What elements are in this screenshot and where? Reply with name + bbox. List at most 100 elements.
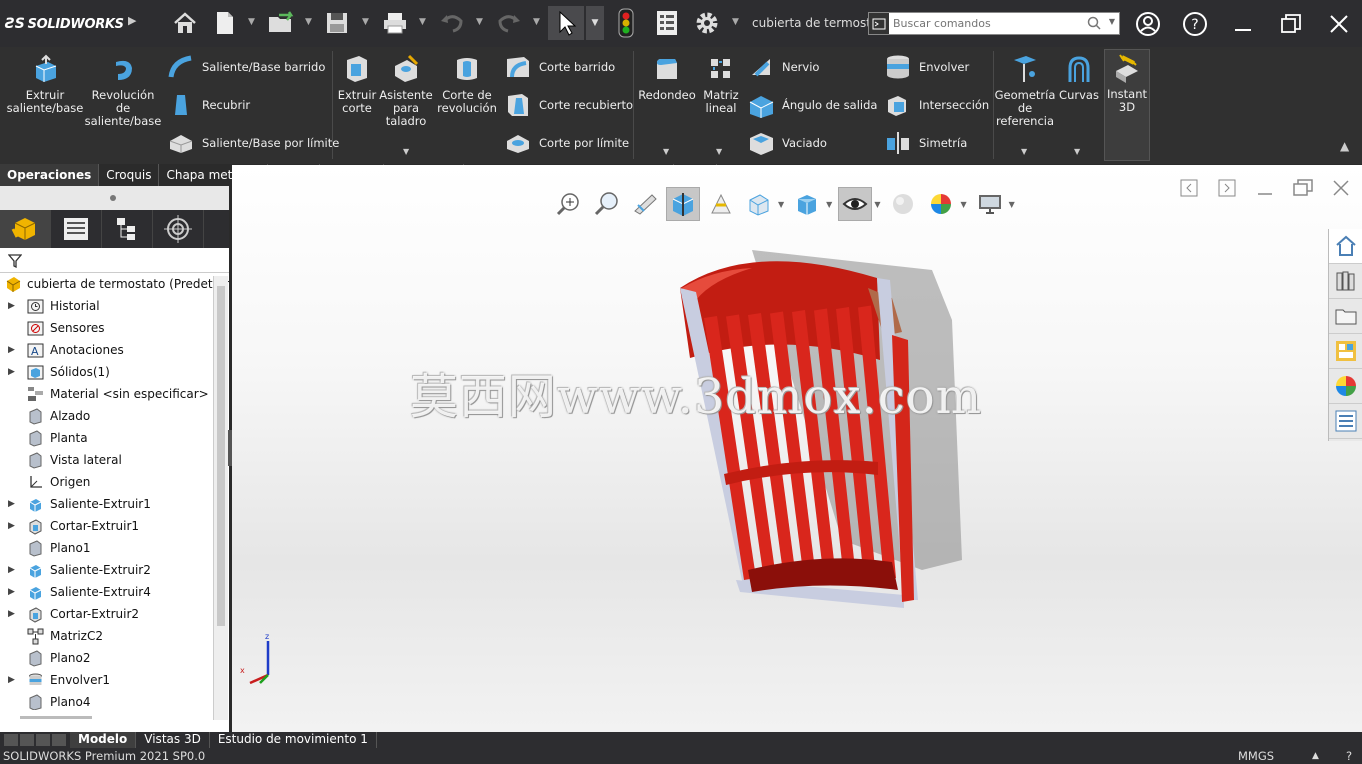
zoom-to-fit-icon[interactable] bbox=[552, 187, 586, 221]
tab-next-icon[interactable] bbox=[36, 734, 50, 746]
new-dropdown-icon[interactable]: ▼ bbox=[248, 17, 255, 27]
undo-icon[interactable] bbox=[437, 6, 467, 40]
select-icon[interactable] bbox=[548, 6, 584, 40]
apply-scene-icon[interactable] bbox=[924, 187, 958, 221]
fillet-dropdown-icon[interactable]: ▼ bbox=[663, 147, 669, 156]
tab-1[interactable]: Croquis bbox=[99, 164, 160, 186]
display-style-icon[interactable] bbox=[790, 187, 824, 221]
hide-show-items-icon[interactable] bbox=[838, 187, 873, 221]
linear-pattern-button[interactable]: Matriz lineal bbox=[700, 53, 742, 115]
swept-cut-button[interactable]: Corte barrido bbox=[503, 54, 615, 80]
view-orientation-dropdown-icon[interactable]: ▼ bbox=[778, 200, 784, 209]
custom-properties-icon[interactable] bbox=[1329, 404, 1362, 439]
file-properties-icon[interactable] bbox=[652, 6, 682, 40]
pattern-dropdown-icon[interactable]: ▼ bbox=[716, 147, 722, 156]
viewport-split-right-icon[interactable] bbox=[1216, 177, 1238, 199]
boundary-boss-button[interactable]: Saliente/Base por límite bbox=[166, 130, 339, 156]
rebuild-traffic-light-icon[interactable] bbox=[612, 6, 640, 40]
print-dropdown-icon[interactable]: ▼ bbox=[419, 17, 426, 27]
tree-item[interactable]: ▶ Envolver1 bbox=[0, 669, 229, 691]
view-palette-icon[interactable] bbox=[1329, 334, 1362, 369]
tree-item[interactable]: Origen bbox=[0, 471, 229, 493]
tab-first-icon[interactable] bbox=[4, 734, 18, 746]
unit-system-arrow-icon[interactable]: ▲ bbox=[1312, 748, 1319, 764]
home-icon[interactable] bbox=[170, 6, 200, 40]
curves-button[interactable]: Curvas bbox=[1058, 53, 1100, 102]
print-icon[interactable] bbox=[380, 6, 410, 40]
user-account-icon[interactable] bbox=[1133, 10, 1163, 38]
undo-dropdown-icon[interactable]: ▼ bbox=[476, 17, 483, 27]
graphics-area[interactable]: ▼ ▼ ▼ ▼ ▼ 莫西网www.3dmox.com z x bbox=[232, 165, 1362, 732]
search-commands[interactable]: ▼ bbox=[868, 12, 1120, 35]
expand-arrow-icon[interactable]: ▶ bbox=[8, 603, 15, 625]
mirror-button[interactable]: Simetría bbox=[883, 130, 967, 156]
configurationmanager-tab-icon[interactable] bbox=[102, 210, 153, 248]
expand-arrow-icon[interactable]: ▶ bbox=[8, 581, 15, 603]
expand-arrow-icon[interactable]: ▶ bbox=[8, 361, 15, 383]
curves-dropdown-icon[interactable]: ▼ bbox=[1074, 147, 1080, 156]
tree-root-part[interactable]: cubierta de termostato (Predeterm bbox=[0, 273, 229, 295]
extruded-cut-button[interactable]: Extruir corte bbox=[336, 53, 378, 115]
reference-geometry-dropdown-icon[interactable]: ▼ bbox=[1021, 147, 1027, 156]
options-dropdown-icon[interactable]: ▼ bbox=[732, 17, 739, 27]
filter-icon[interactable] bbox=[8, 254, 22, 268]
help-icon[interactable]: ? bbox=[1180, 10, 1210, 38]
apply-scene-dropdown-icon[interactable]: ▼ bbox=[960, 200, 966, 209]
expand-arrow-icon[interactable]: ▶ bbox=[8, 493, 15, 515]
tab-0[interactable]: Operaciones bbox=[0, 164, 100, 186]
unit-system[interactable]: MMGS bbox=[1238, 748, 1274, 764]
wrap-button[interactable]: Envolver bbox=[883, 54, 969, 80]
viewport-restore-icon[interactable] bbox=[1292, 177, 1314, 199]
tree-item[interactable]: Plano1 bbox=[0, 537, 229, 559]
tree-filter[interactable] bbox=[0, 248, 229, 273]
viewport-split-left-icon[interactable] bbox=[1178, 177, 1200, 199]
collapse-ribbon-icon[interactable]: ▲ bbox=[1340, 139, 1349, 153]
view-settings-dropdown-icon[interactable]: ▼ bbox=[1009, 200, 1015, 209]
tree-item[interactable]: Vista lateral bbox=[0, 449, 229, 471]
tree-item[interactable]: ▶ Cortar-Extruir2 bbox=[0, 603, 229, 625]
fillet-button[interactable]: Redondeo bbox=[638, 53, 696, 102]
open-document-icon[interactable] bbox=[265, 6, 299, 40]
tree-scrollbar[interactable] bbox=[213, 276, 228, 720]
save-dropdown-icon[interactable]: ▼ bbox=[362, 17, 369, 27]
rib-button[interactable]: Nervio bbox=[746, 54, 819, 80]
options-gear-icon[interactable] bbox=[690, 6, 724, 40]
dimxpertmanager-tab-icon[interactable] bbox=[153, 210, 204, 248]
featuremanager-tab-icon[interactable] bbox=[0, 210, 51, 248]
hide-show-dropdown-icon[interactable]: ▼ bbox=[874, 200, 880, 209]
status-help-icon[interactable]: ? bbox=[1346, 748, 1352, 764]
search-dropdown-icon[interactable]: ▼ bbox=[1109, 17, 1115, 26]
view-settings-monitor-icon[interactable] bbox=[973, 187, 1007, 221]
file-explorer-icon[interactable] bbox=[1329, 299, 1362, 334]
loft-boss-button[interactable]: Recubrir bbox=[166, 92, 250, 118]
viewport-close-icon[interactable] bbox=[1330, 177, 1352, 199]
cut-group-dropdown-icon[interactable]: ▼ bbox=[403, 147, 409, 156]
expand-arrow-icon[interactable]: ▶ bbox=[8, 669, 15, 691]
restore-window-icon[interactable] bbox=[1276, 10, 1306, 38]
reference-geometry-button[interactable]: Geometría de referencia bbox=[995, 53, 1055, 128]
instant3d-button[interactable]: Instant 3D bbox=[1104, 49, 1150, 161]
tab-last-icon[interactable] bbox=[52, 734, 66, 746]
expand-arrow-icon[interactable]: ▶ bbox=[8, 559, 15, 581]
tree-item[interactable]: Plano4 bbox=[0, 691, 229, 710]
bottom-tab-2[interactable]: Estudio de movimiento 1 bbox=[210, 732, 377, 748]
tab-prev-icon[interactable] bbox=[20, 734, 34, 746]
search-mode-icon[interactable] bbox=[869, 13, 889, 34]
swept-boss-button[interactable]: Saliente/Base barrido bbox=[166, 54, 325, 80]
tree-item[interactable]: ▶ Cortar-Extruir1 bbox=[0, 515, 229, 537]
tree-item[interactable]: Alzado bbox=[0, 405, 229, 427]
solidworks-resources-icon[interactable] bbox=[1329, 229, 1362, 264]
tree-item[interactable]: Sensores bbox=[0, 317, 229, 339]
draft-button[interactable]: Ángulo de salida bbox=[746, 92, 877, 118]
hole-wizard-button[interactable]: Asistente para taladro bbox=[379, 53, 433, 128]
tree-horizontal-scrollbar[interactable] bbox=[20, 716, 92, 719]
panel-grip-icon[interactable] bbox=[110, 195, 116, 201]
design-library-icon[interactable] bbox=[1329, 264, 1362, 299]
intersect-button[interactable]: Intersección bbox=[883, 92, 989, 118]
minimize-window-icon[interactable] bbox=[1228, 10, 1258, 38]
tree-item[interactable]: MatrizC2 bbox=[0, 625, 229, 647]
bottom-tab-0[interactable]: Modelo bbox=[70, 732, 137, 748]
tree-item[interactable]: ▶ Sólidos(1) bbox=[0, 361, 229, 383]
bottom-tab-1[interactable]: Vistas 3D bbox=[136, 732, 210, 748]
tree-item[interactable]: Plano2 bbox=[0, 647, 229, 669]
